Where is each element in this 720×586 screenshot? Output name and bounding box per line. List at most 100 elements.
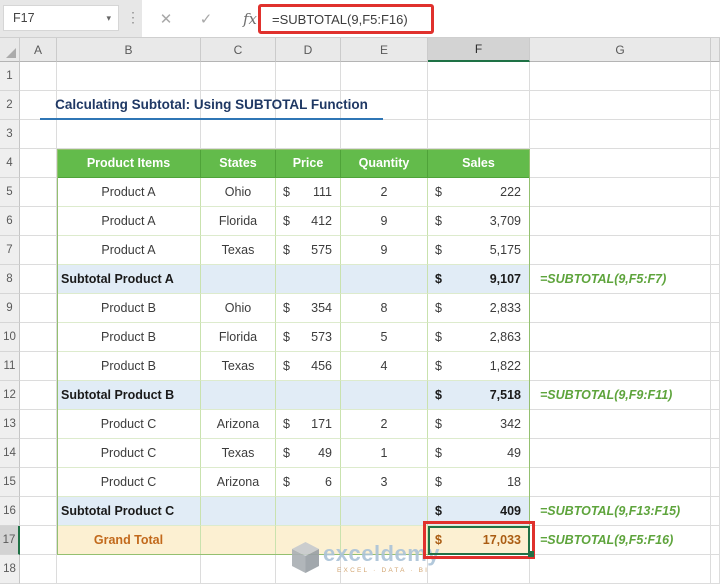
cell-C8[interactable] <box>201 265 276 294</box>
cell-A7[interactable] <box>20 236 57 265</box>
confirm-icon[interactable]: ✓ <box>192 0 220 37</box>
cell-D12[interactable] <box>276 381 341 410</box>
row-header-14[interactable]: 14 <box>0 439 20 468</box>
row-header-7[interactable]: 7 <box>0 236 20 265</box>
cell-A5[interactable] <box>20 178 57 207</box>
cell-H8[interactable] <box>711 265 720 294</box>
cell-F8[interactable]: $9,107 <box>428 265 530 294</box>
cell-B16[interactable]: Subtotal Product C <box>57 497 201 526</box>
cell-G10[interactable] <box>530 323 711 352</box>
cell-C11[interactable]: Texas <box>201 352 276 381</box>
column-header-D[interactable]: D <box>276 38 341 62</box>
cell-A6[interactable] <box>20 207 57 236</box>
cell-C12[interactable] <box>201 381 276 410</box>
cell-G1[interactable] <box>530 62 711 91</box>
cell-A18[interactable] <box>20 555 57 584</box>
cell-F5[interactable]: $222 <box>428 178 530 207</box>
formula-annotation-row17[interactable]: =SUBTOTAL(9,F5:F16) <box>540 526 673 555</box>
cell-F13[interactable]: $342 <box>428 410 530 439</box>
cell-D8[interactable] <box>276 265 341 294</box>
cell-F3[interactable] <box>428 120 530 149</box>
cell-H14[interactable] <box>711 439 720 468</box>
cell-F7[interactable]: $5,175 <box>428 236 530 265</box>
cell-E15[interactable]: 3 <box>341 468 428 497</box>
cell-E12[interactable] <box>341 381 428 410</box>
cell-F12[interactable]: $7,518 <box>428 381 530 410</box>
cell-H5[interactable] <box>711 178 720 207</box>
fill-handle[interactable] <box>528 551 534 557</box>
cell-B13[interactable]: Product C <box>57 410 201 439</box>
cell-D7[interactable]: $575 <box>276 236 341 265</box>
cell-C13[interactable]: Arizona <box>201 410 276 439</box>
formula-annotation-row12[interactable]: =SUBTOTAL(9,F9:F11) <box>540 381 672 410</box>
cell-G13[interactable] <box>530 410 711 439</box>
cell-B12[interactable]: Subtotal Product B <box>57 381 201 410</box>
cell-E16[interactable] <box>341 497 428 526</box>
cell-F2[interactable] <box>428 91 530 120</box>
cell-G18[interactable] <box>530 555 711 584</box>
cell-D11[interactable]: $456 <box>276 352 341 381</box>
name-box[interactable]: F17 ▾ <box>3 5 119 31</box>
cell-G9[interactable] <box>530 294 711 323</box>
cell-D14[interactable]: $49 <box>276 439 341 468</box>
formula-annotation-row16[interactable]: =SUBTOTAL(9,F13:F15) <box>540 497 680 526</box>
row-header-10[interactable]: 10 <box>0 323 20 352</box>
cell-A12[interactable] <box>20 381 57 410</box>
cell-E8[interactable] <box>341 265 428 294</box>
cell-C9[interactable]: Ohio <box>201 294 276 323</box>
cell-A11[interactable] <box>20 352 57 381</box>
cell-H17[interactable] <box>711 526 720 555</box>
cell-E14[interactable]: 1 <box>341 439 428 468</box>
cell-B6[interactable]: Product A <box>57 207 201 236</box>
cell-C14[interactable]: Texas <box>201 439 276 468</box>
row-header-8[interactable]: 8 <box>0 265 20 294</box>
cell-H11[interactable] <box>711 352 720 381</box>
row-header-18[interactable]: 18 <box>0 555 20 584</box>
column-header-B[interactable]: B <box>57 38 201 62</box>
cell-C15[interactable]: Arizona <box>201 468 276 497</box>
row-header-17[interactable]: 17 <box>0 526 20 555</box>
row-header-9[interactable]: 9 <box>0 294 20 323</box>
cell-C5[interactable]: Ohio <box>201 178 276 207</box>
cell-E5[interactable]: 2 <box>341 178 428 207</box>
table-header-D4[interactable]: Price <box>276 149 341 178</box>
cell-B11[interactable]: Product B <box>57 352 201 381</box>
cell-F11[interactable]: $1,822 <box>428 352 530 381</box>
row-header-3[interactable]: 3 <box>0 120 20 149</box>
cell-H18[interactable] <box>711 555 720 584</box>
row-header-4[interactable]: 4 <box>0 149 20 178</box>
column-header-F[interactable]: F <box>428 38 530 62</box>
cell-G5[interactable] <box>530 178 711 207</box>
row-header-12[interactable]: 12 <box>0 381 20 410</box>
cell-F10[interactable]: $2,863 <box>428 323 530 352</box>
cell-E11[interactable]: 4 <box>341 352 428 381</box>
cell-A4[interactable] <box>20 149 57 178</box>
cell-H3[interactable] <box>711 120 720 149</box>
formula-bar-input[interactable]: =SUBTOTAL(9,F5:F16) <box>261 12 408 27</box>
cell-E6[interactable]: 9 <box>341 207 428 236</box>
cell-A8[interactable] <box>20 265 57 294</box>
cell-D16[interactable] <box>276 497 341 526</box>
table-header-F4[interactable]: Sales <box>428 149 530 178</box>
cell-H10[interactable] <box>711 323 720 352</box>
cell-A10[interactable] <box>20 323 57 352</box>
cell-F16[interactable]: $409 <box>428 497 530 526</box>
cell-C18[interactable] <box>201 555 276 584</box>
cell-A9[interactable] <box>20 294 57 323</box>
cell-B18[interactable] <box>57 555 201 584</box>
cell-H15[interactable] <box>711 468 720 497</box>
cell-D10[interactable]: $573 <box>276 323 341 352</box>
table-header-C4[interactable]: States <box>201 149 276 178</box>
cell-B10[interactable]: Product B <box>57 323 201 352</box>
cell-H6[interactable] <box>711 207 720 236</box>
row-header-13[interactable]: 13 <box>0 410 20 439</box>
row-header-2[interactable]: 2 <box>0 91 20 120</box>
column-header-C[interactable]: C <box>201 38 276 62</box>
cell-F15[interactable]: $18 <box>428 468 530 497</box>
cell-E3[interactable] <box>341 120 428 149</box>
cell-B3[interactable] <box>57 120 201 149</box>
row-header-15[interactable]: 15 <box>0 468 20 497</box>
cell-E1[interactable] <box>341 62 428 91</box>
cell-H12[interactable] <box>711 381 720 410</box>
cell-A1[interactable] <box>20 62 57 91</box>
